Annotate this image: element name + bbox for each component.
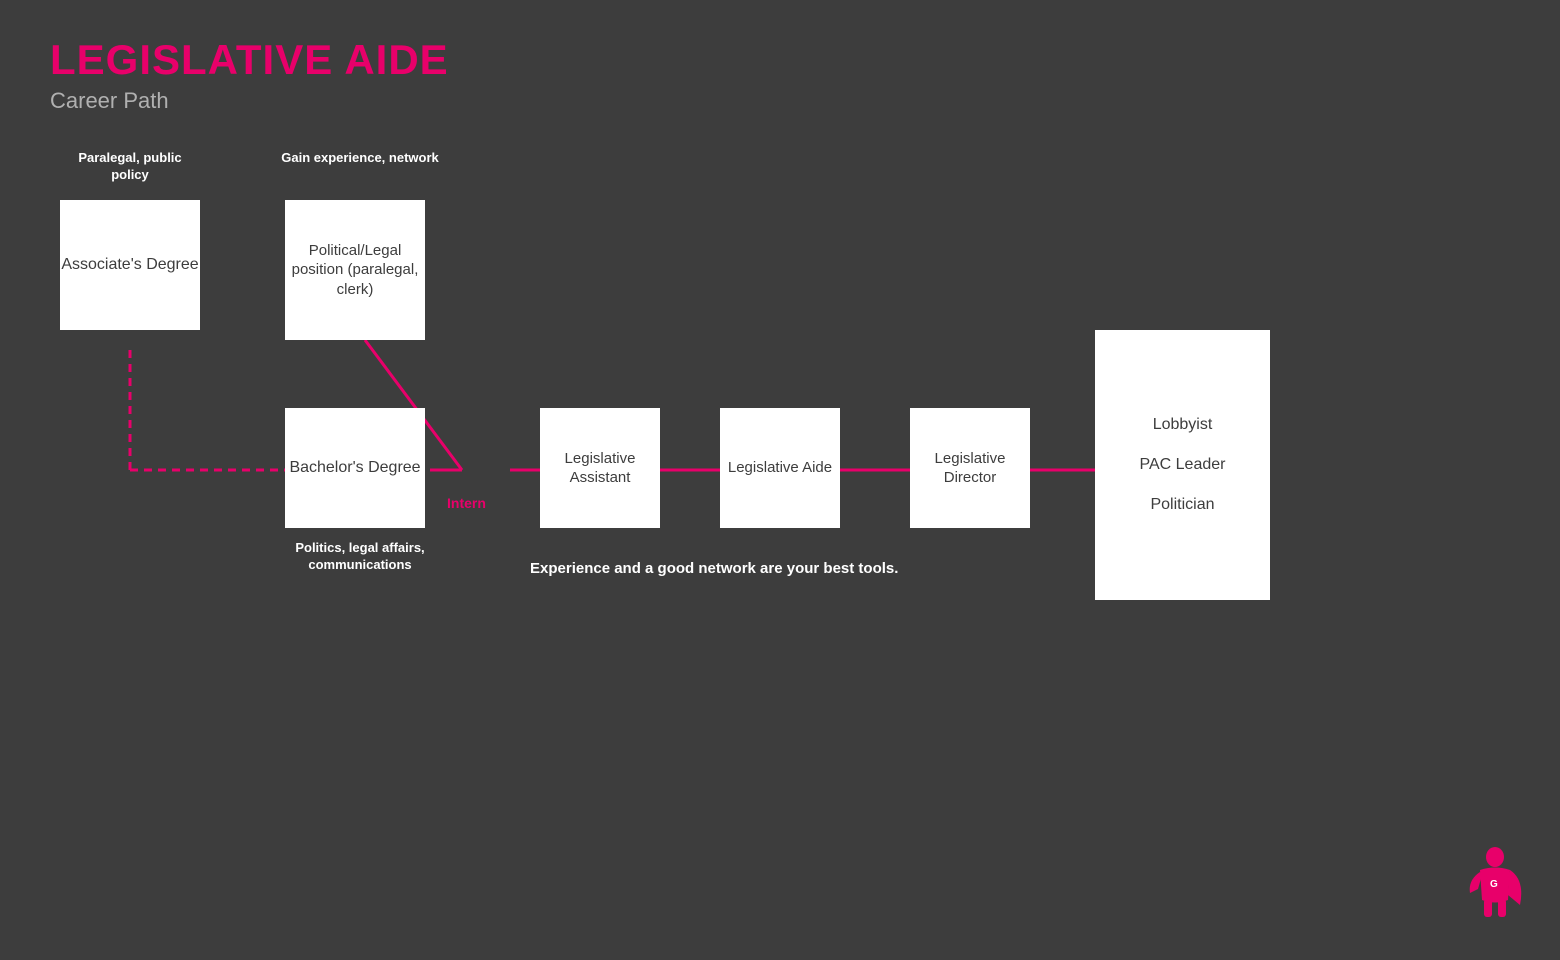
label-intern: Intern — [447, 495, 486, 511]
box-legislative-aide: Legislative Aide — [720, 408, 840, 528]
brand-icon: G — [1460, 845, 1530, 925]
logo-area: G — [1460, 845, 1530, 930]
svg-text:G: G — [1490, 879, 1498, 890]
label-gain-experience: Gain experience, network — [280, 150, 440, 167]
page-title: LEGISLATIVE AIDE — [50, 36, 1510, 84]
label-politics: Politics, legal affairs, communications — [280, 540, 440, 574]
box-legislative-assistant: Legislative Assistant — [540, 408, 660, 528]
outcome-politician: Politician — [1150, 493, 1214, 517]
box-associates: Associate's Degree — [60, 200, 200, 330]
outcome-lobbyist: Lobbyist — [1153, 413, 1213, 437]
header: LEGISLATIVE AIDE Career Path — [0, 0, 1560, 114]
box-legislative-director: Legislative Director — [910, 408, 1030, 528]
page-subtitle: Career Path — [50, 88, 1510, 114]
box-bachelors: Bachelor's Degree — [285, 408, 425, 528]
outcome-box: Lobbyist PAC Leader Politician — [1095, 330, 1270, 600]
experience-note: Experience and a good network are your b… — [530, 560, 898, 577]
box-political-legal: Political/Legal position (paralegal, cle… — [285, 200, 425, 340]
diagram-area: Paralegal, public policy Associate's Deg… — [0, 140, 1560, 840]
outcome-pac-leader: PAC Leader — [1140, 453, 1226, 477]
label-paralegal: Paralegal, public policy — [60, 150, 200, 184]
